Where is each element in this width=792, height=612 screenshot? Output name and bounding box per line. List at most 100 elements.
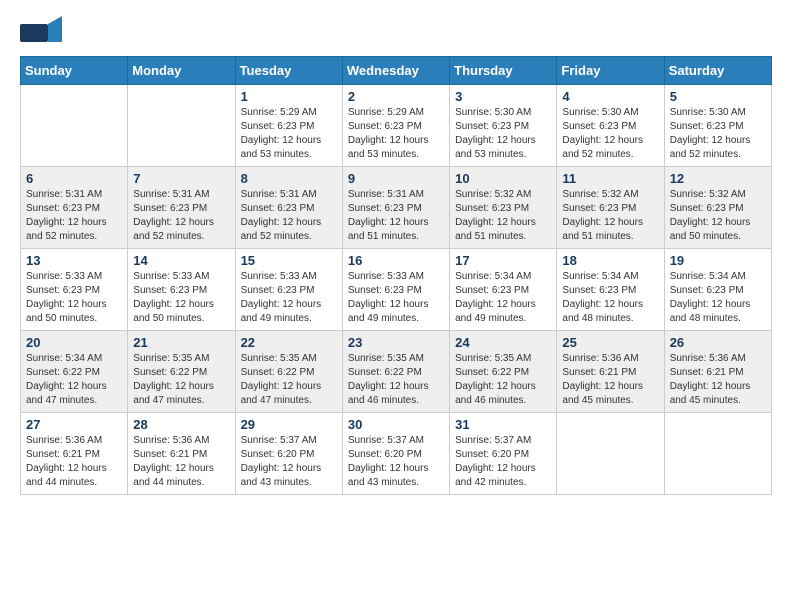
weekday-header-saturday: Saturday <box>664 57 771 85</box>
calendar-cell: 12Sunrise: 5:32 AMSunset: 6:23 PMDayligh… <box>664 167 771 249</box>
calendar-week-row: 6Sunrise: 5:31 AMSunset: 6:23 PMDaylight… <box>21 167 772 249</box>
weekday-header-sunday: Sunday <box>21 57 128 85</box>
day-number: 2 <box>348 89 444 104</box>
daylight-text: Daylight: 12 hours and 47 minutes. <box>241 381 322 406</box>
sunset-text: Sunset: 6:22 PM <box>348 367 422 378</box>
sunset-text: Sunset: 6:23 PM <box>26 285 100 296</box>
sunrise-text: Sunrise: 5:32 AM <box>455 189 531 200</box>
sunset-text: Sunset: 6:23 PM <box>133 203 207 214</box>
day-number: 6 <box>26 171 122 186</box>
sunset-text: Sunset: 6:23 PM <box>26 203 100 214</box>
calendar-cell: 23Sunrise: 5:35 AMSunset: 6:22 PMDayligh… <box>342 331 449 413</box>
page-header <box>20 16 772 48</box>
logo-icon <box>20 16 62 48</box>
sunrise-text: Sunrise: 5:29 AM <box>348 107 424 118</box>
sunset-text: Sunset: 6:20 PM <box>241 449 315 460</box>
day-number: 31 <box>455 417 551 432</box>
sunrise-text: Sunrise: 5:36 AM <box>133 435 209 446</box>
day-number: 18 <box>562 253 658 268</box>
sunset-text: Sunset: 6:21 PM <box>562 367 636 378</box>
sunrise-text: Sunrise: 5:34 AM <box>26 353 102 364</box>
day-info: Sunrise: 5:32 AM Sunset: 6:23 PM Daylight:… <box>455 188 551 244</box>
day-number: 15 <box>241 253 337 268</box>
calendar-week-row: 13Sunrise: 5:33 AMSunset: 6:23 PMDayligh… <box>21 249 772 331</box>
sunrise-text: Sunrise: 5:33 AM <box>133 271 209 282</box>
sunset-text: Sunset: 6:23 PM <box>455 121 529 132</box>
sunrise-text: Sunrise: 5:32 AM <box>562 189 638 200</box>
day-info: Sunrise: 5:35 AMSunset: 6:22 PMDaylight:… <box>348 352 444 408</box>
day-number: 16 <box>348 253 444 268</box>
calendar-cell: 28Sunrise: 5:36 AMSunset: 6:21 PMDayligh… <box>128 413 235 495</box>
calendar-cell: 21Sunrise: 5:35 AMSunset: 6:22 PMDayligh… <box>128 331 235 413</box>
calendar-week-row: 1Sunrise: 5:29 AMSunset: 6:23 PMDaylight… <box>21 85 772 167</box>
day-info: Sunrise: 5:30 AMSunset: 6:23 PMDaylight:… <box>562 106 658 162</box>
sunrise-text: Sunrise: 5:35 AM <box>241 353 317 364</box>
calendar-cell: 20Sunrise: 5:34 AMSunset: 6:22 PMDayligh… <box>21 331 128 413</box>
day-info: Sunrise: 5:29 AM Sunset: 6:23 PM Daylight:… <box>348 106 444 162</box>
sunrise-text: Sunrise: 5:31 AM <box>348 189 424 200</box>
sunset-text: Sunset: 6:23 PM <box>562 203 636 214</box>
day-number: 24 <box>455 335 551 350</box>
calendar-cell: 19Sunrise: 5:34 AMSunset: 6:23 PMDayligh… <box>664 249 771 331</box>
weekday-header-wednesday: Wednesday <box>342 57 449 85</box>
day-number: 23 <box>348 335 444 350</box>
sunset-text: Sunset: 6:23 PM <box>133 285 207 296</box>
day-info: Sunrise: 5:37 AMSunset: 6:20 PMDaylight:… <box>241 434 337 490</box>
calendar-cell: 3 Sunrise: 5:30 AMSunset: 6:23 PMDaylight… <box>450 85 557 167</box>
day-info: Sunrise: 5:36 AMSunset: 6:21 PMDaylight:… <box>133 434 229 490</box>
daylight-text: Daylight: 12 hours and 50 minutes. <box>670 217 751 242</box>
calendar-cell: 2 Sunrise: 5:29 AM Sunset: 6:23 PM Daylight… <box>342 85 449 167</box>
sunrise-text: Sunrise: 5:37 AM <box>455 435 531 446</box>
day-number: 30 <box>348 417 444 432</box>
day-info: Sunrise: 5:30 AMSunset: 6:23 PMDaylight:… <box>455 106 551 162</box>
sunset-text: Sunset: 6:21 PM <box>26 449 100 460</box>
sunrise-text: Sunrise: 5:36 AM <box>562 353 638 364</box>
day-info: Sunrise: 5:33 AMSunset: 6:23 PMDaylight:… <box>26 270 122 326</box>
sunrise-text: Sunrise: 5:35 AM <box>348 353 424 364</box>
day-number: 8 <box>241 171 337 186</box>
day-info: Sunrise: 5:34 AMSunset: 6:23 PMDaylight:… <box>670 270 766 326</box>
day-number: 9 <box>348 171 444 186</box>
daylight-text: Daylight: 12 hours and 52 minutes. <box>241 217 322 242</box>
day-number: 27 <box>26 417 122 432</box>
daylight-text: Daylight: 12 hours and 51 minutes. <box>455 217 536 242</box>
daylight-text: Daylight: 12 hours and 48 minutes. <box>670 299 751 324</box>
day-number: 3 <box>455 89 551 104</box>
day-info: Sunrise: 5:30 AMSunset: 6:23 PMDaylight:… <box>670 106 766 162</box>
day-info: Sunrise: 5:31 AMSunset: 6:23 PMDaylight:… <box>133 188 229 244</box>
daylight-text: Daylight: 12 hours and 53 minutes. <box>348 135 429 160</box>
sunset-text: Sunset: 6:22 PM <box>241 367 315 378</box>
day-number: 11 <box>562 171 658 186</box>
sunset-text: Sunset: 6:23 PM <box>348 121 422 132</box>
daylight-text: Daylight: 12 hours and 42 minutes. <box>455 463 536 488</box>
sunset-text: Sunset: 6:22 PM <box>455 367 529 378</box>
day-info: Sunrise: 5:33 AMSunset: 6:23 PMDaylight:… <box>241 270 337 326</box>
day-number: 5 <box>670 89 766 104</box>
calendar-cell: 25 Sunrise: 5:36 AM Sunset: 6:21 PM Dayligh… <box>557 331 664 413</box>
daylight-text: Daylight: 12 hours and 45 minutes. <box>562 381 643 406</box>
sunrise-text: Sunrise: 5:33 AM <box>348 271 424 282</box>
day-number: 12 <box>670 171 766 186</box>
day-number: 13 <box>26 253 122 268</box>
calendar-cell: 13 Sunrise: 5:33 AMSunset: 6:23 PMDayligh… <box>21 249 128 331</box>
sunrise-text: Sunrise: 5:35 AM <box>455 353 531 364</box>
calendar-cell <box>128 85 235 167</box>
sunrise-text: Sunrise: 5:34 AM <box>455 271 531 282</box>
daylight-text: Daylight: 12 hours and 50 minutes. <box>133 299 214 324</box>
calendar-cell: 15 Sunrise: 5:33 AMSunset: 6:23 PMDayligh… <box>235 249 342 331</box>
calendar-cell: 10Sunrise: 5:32 AMSunset: 6:23 PMDayligh… <box>450 167 557 249</box>
weekday-header-friday: Friday <box>557 57 664 85</box>
day-info: Sunrise: 5:31 AMSunset: 6:23 PMDaylight:… <box>241 188 337 244</box>
sunset-text: Sunset: 6:23 PM <box>455 203 529 214</box>
weekday-header-thursday: Thursday <box>450 57 557 85</box>
daylight-text: Daylight: 12 hours and 50 minutes. <box>26 299 107 324</box>
day-info: Sunrise: 5:37 AMSunset: 6:20 PMDaylight:… <box>455 434 551 490</box>
day-info: Sunrise: 5:37 AMSunset: 6:20 PMDaylight:… <box>348 434 444 490</box>
calendar-cell: 17Sunrise: 5:34 AMSunset: 6:23 PMDayligh… <box>450 249 557 331</box>
day-number: 4 <box>562 89 658 104</box>
calendar-cell: 6Sunrise: 5:31 AMSunset: 6:23 PMDaylight… <box>21 167 128 249</box>
sunrise-text: Sunrise: 5:29 AM <box>241 107 317 118</box>
day-number: 25 <box>562 335 658 350</box>
weekday-header-monday: Monday <box>128 57 235 85</box>
calendar-cell: 27Sunrise: 5:36 AMSunset: 6:21 PMDayligh… <box>21 413 128 495</box>
